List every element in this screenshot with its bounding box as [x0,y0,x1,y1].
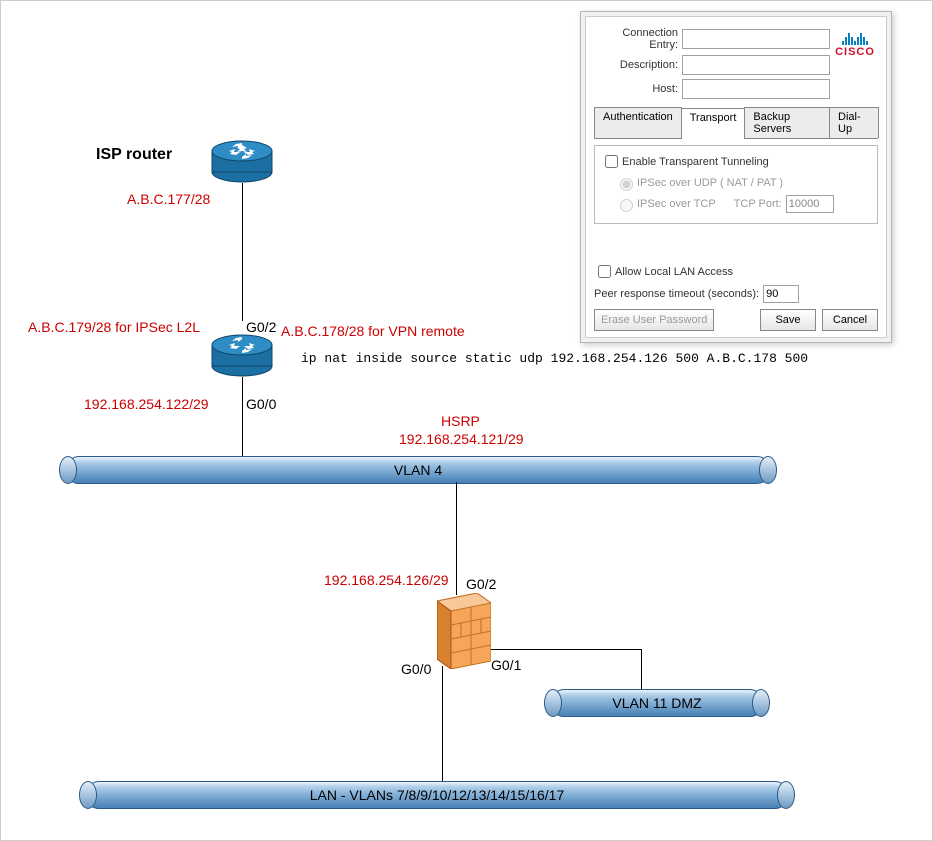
isp-router-icon [211,139,273,183]
firewall-top-ip: 192.168.254.126/29 [324,572,449,588]
description-input[interactable] [682,55,830,75]
vlan4-label: VLAN 4 [67,457,769,483]
edge-inside-ip: 192.168.254.122/29 [84,396,209,412]
tab-transport[interactable]: Transport [681,108,746,139]
link-edge-to-vlan4 [242,377,243,457]
link-vlan4-to-firewall [456,482,457,595]
hsrp-ip: 192.168.254.121/29 [399,431,524,447]
edge-router-icon [211,333,273,377]
edge-ipsec-l2l-label: A.B.C.179/28 for IPSec L2L [28,319,200,335]
link-fw-to-lan [442,666,443,781]
tcp-port-label: TCP Port: [734,198,782,210]
tcp-port-input [786,195,834,213]
ipsec-over-tcp-radio [620,199,633,212]
allow-local-lan-checkbox[interactable] [598,265,611,278]
link-fw-to-dmz-v [641,649,642,689]
conn-entry-input[interactable] [682,29,830,49]
peer-timeout-label: Peer response timeout (seconds): [594,288,759,300]
cisco-logo-text: CISCO [834,46,876,58]
firewall-g02-label: G0/2 [466,576,496,592]
lan-label: LAN - VLANs 7/8/9/10/12/13/14/15/16/17 [87,782,787,808]
vlan11-label: VLAN 11 DMZ [552,690,762,716]
dialog-tabs: Authentication Transport Backup Servers … [594,107,878,139]
vlan11-dmz-bus: VLAN 11 DMZ [551,689,763,717]
isp-router-label: ISP router [96,146,172,164]
peer-timeout-input[interactable] [763,285,799,303]
hsrp-label: HSRP [441,413,480,429]
isp-router-ip: A.B.C.177/28 [127,191,210,207]
conn-entry-label: Connection Entry: [594,27,682,51]
ipsec-tcp-label: IPSec over TCP [637,198,716,210]
host-input[interactable] [682,79,830,99]
firewall-icon [437,593,491,669]
network-diagram: ISP router A.B.C.177/28 A.B.C.179/28 for… [0,0,933,841]
allow-lan-label: Allow Local LAN Access [615,266,733,278]
firewall-g01-label: G0/1 [491,657,521,673]
erase-user-password-button: Erase User Password [594,309,714,331]
tab-dialup[interactable]: Dial-Up [829,107,879,138]
cisco-logo: CISCO [834,29,876,58]
cisco-vpn-client-dialog: CISCO Connection Entry: Description: Hos… [580,11,892,343]
tab-backup-servers[interactable]: Backup Servers [744,107,830,138]
edge-vpn-remote-label: A.B.C.178/28 for VPN remote [281,323,465,339]
ipsec-over-udp-radio [620,178,633,191]
firewall-g00-label: G0/0 [401,661,431,677]
tab-authentication[interactable]: Authentication [594,107,682,138]
edge-g02-label: G0/2 [246,319,276,335]
enable-tt-label: Enable Transparent Tunneling [622,156,769,168]
vlan4-bus: VLAN 4 [66,456,770,484]
edge-nat-command: ip nat inside source static udp 192.168.… [301,351,808,366]
save-button[interactable]: Save [760,309,816,331]
link-isp-to-edge [242,183,243,321]
transparent-tunneling-group: Enable Transparent Tunneling IPSec over … [594,145,878,224]
enable-transparent-tunneling-checkbox[interactable] [605,155,618,168]
host-label: Host: [594,83,682,95]
edge-g00-label: G0/0 [246,396,276,412]
description-label: Description: [594,59,682,71]
ipsec-udp-label: IPSec over UDP ( NAT / PAT ) [637,177,783,189]
lan-bus: LAN - VLANs 7/8/9/10/12/13/14/15/16/17 [86,781,788,809]
cancel-button[interactable]: Cancel [822,309,878,331]
link-fw-to-dmz-h [491,649,641,650]
